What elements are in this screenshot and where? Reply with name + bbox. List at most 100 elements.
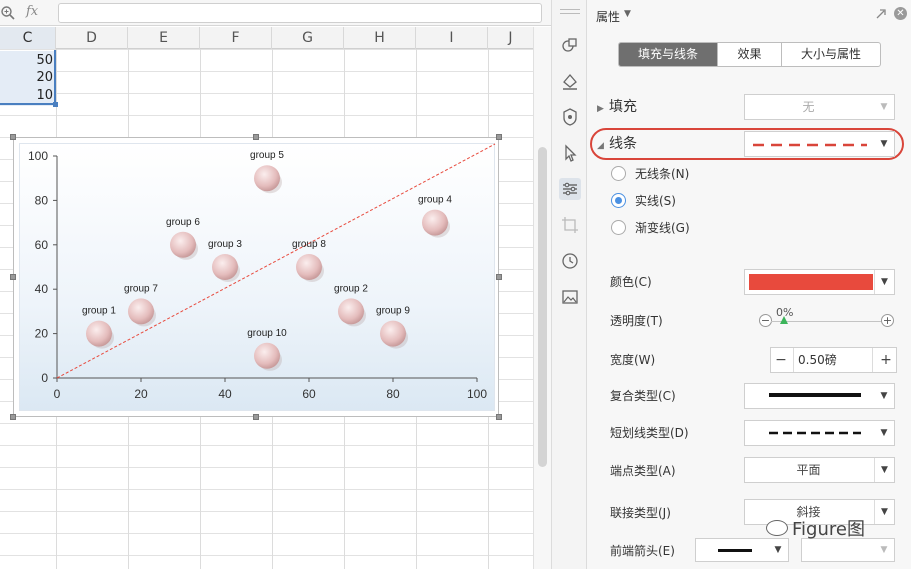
section-line[interactable]: ◢ 线条 — [597, 134, 637, 154]
task-pane-strip — [551, 0, 587, 569]
data-label: group 6 — [166, 217, 200, 228]
data-point — [296, 254, 322, 280]
y-tick-label: 0 — [41, 371, 48, 385]
data-point — [212, 254, 238, 280]
scrollbar-thumb[interactable] — [538, 147, 547, 467]
data-label: group 3 — [208, 239, 242, 250]
chevron-down-icon: ◢ — [597, 141, 604, 151]
chevron-down-icon: ▼ — [774, 545, 782, 555]
x-tick-label: 60 — [302, 387, 316, 401]
panel-tabs: 填充与线条 效果 大小与属性 — [618, 42, 881, 67]
tab-size-properties[interactable]: 大小与属性 — [782, 43, 880, 66]
x-tick-label: 20 — [134, 387, 148, 401]
radio-label: 实线(S) — [635, 194, 676, 208]
data-label: group 2 — [334, 283, 368, 294]
x-tick-label: 100 — [467, 387, 487, 401]
chevron-down-icon: ▼ — [874, 270, 894, 294]
section-fill-label: 填充 — [609, 99, 637, 115]
chevron-down-icon: ▼ — [880, 391, 888, 401]
wechat-icon — [766, 520, 788, 536]
chevron-down-icon: ▼ — [874, 500, 894, 524]
compound-type-label: 复合类型(C) — [610, 389, 676, 403]
dash-line-preview — [769, 431, 861, 435]
radio-button[interactable] — [611, 220, 626, 235]
spreadsheet-area: fx C D E F G H I J 50 20 10 0 20 40 60 80 10 — [0, 0, 551, 569]
watermark-text: Figure图 — [792, 519, 865, 540]
y-tick-label: 40 — [35, 282, 49, 296]
transparency-value: 0% — [776, 306, 794, 319]
color-dropdown[interactable]: ▼ — [744, 269, 895, 295]
front-arrow-label: 前端箭头(E) — [610, 544, 675, 558]
chevron-down-icon: ▼ — [880, 102, 888, 112]
chevron-down-icon: ▼ — [874, 458, 894, 482]
x-tick-label: 80 — [386, 387, 400, 401]
radio-solid-line[interactable]: 实线(S) — [611, 192, 676, 210]
width-label: 宽度(W) — [610, 353, 656, 367]
data-point — [128, 298, 154, 325]
x-tick-label: 40 — [218, 387, 232, 401]
radio-label: 渐变线(G) — [635, 221, 690, 235]
front-arrow-size-dropdown[interactable]: ▼ — [801, 538, 895, 562]
dash-type-label: 短划线类型(D) — [610, 426, 689, 440]
solid-line-preview — [769, 393, 861, 397]
shapes-icon[interactable] — [559, 34, 581, 56]
vertical-scrollbar[interactable] — [533, 27, 551, 569]
data-label: group 10 — [247, 328, 287, 339]
transparency-increase-button[interactable]: + — [881, 314, 894, 327]
image-icon[interactable] — [559, 286, 581, 308]
data-label: group 1 — [82, 306, 116, 317]
join-type-label: 联接类型(J) — [610, 506, 671, 520]
chevron-down-icon: ▼ — [880, 545, 888, 555]
data-point — [422, 209, 448, 236]
radio-gradient-line[interactable]: 渐变线(G) — [611, 219, 690, 237]
radio-button[interactable] — [611, 166, 626, 181]
transparency-slider[interactable] — [771, 321, 886, 322]
chevron-down-icon[interactable]: ▼ — [624, 9, 631, 19]
data-label: group 8 — [292, 239, 326, 250]
front-arrow-dropdown[interactable]: ▼ — [695, 538, 789, 562]
chevron-right-icon: ▶ — [597, 104, 604, 114]
arrow-line-preview — [718, 549, 752, 552]
width-stepper: − 0.50磅 + — [770, 347, 897, 373]
section-line-label: 线条 — [609, 136, 637, 152]
data-point — [170, 231, 196, 258]
crop-icon[interactable] — [559, 214, 581, 236]
dash-type-dropdown[interactable]: ▼ — [744, 420, 895, 446]
pin-icon[interactable] — [875, 8, 887, 20]
data-label: group 4 — [418, 195, 452, 206]
transparency-label: 透明度(T) — [610, 314, 663, 328]
properties-panel: 属性 ▼ ✕ 填充与线条 效果 大小与属性 ▶ 填充 无 ▼ ◢ 线条 ▼ 无线条(… — [587, 0, 911, 569]
line-style-dropdown[interactable]: ▼ — [744, 131, 895, 157]
close-icon[interactable]: ✕ — [894, 7, 907, 20]
radio-no-line[interactable]: 无线条(N) — [611, 165, 689, 183]
radio-button[interactable] — [611, 193, 626, 208]
cap-type-dropdown[interactable]: 平面 ▼ — [744, 457, 895, 483]
shield-icon[interactable] — [559, 106, 581, 128]
width-input[interactable]: 0.50磅 — [793, 348, 873, 372]
fill-bucket-icon[interactable] — [559, 70, 581, 92]
cursor-icon[interactable] — [559, 142, 581, 164]
y-tick-label: 60 — [35, 238, 49, 252]
color-swatch — [749, 274, 873, 290]
width-decrease-button[interactable]: − — [771, 348, 791, 372]
strip-grip — [560, 9, 580, 10]
data-point — [254, 342, 280, 369]
fill-value: 无 — [802, 100, 815, 114]
cap-type-label: 端点类型(A) — [610, 464, 676, 478]
data-label: group 5 — [250, 150, 284, 161]
chevron-down-icon: ▼ — [880, 428, 888, 438]
tab-fill-line[interactable]: 填充与线条 — [619, 43, 718, 66]
cap-type-value: 平面 — [796, 463, 821, 477]
data-label: group 9 — [376, 306, 410, 317]
tab-effects[interactable]: 效果 — [718, 43, 782, 66]
scatter-chart: 0 20 40 60 80 100 0 20 40 60 80 100 group 1 group 7 g… — [28, 143, 496, 401]
chevron-down-icon: ▼ — [880, 139, 888, 149]
panel-title: 属性 — [596, 10, 621, 24]
history-icon[interactable] — [559, 250, 581, 272]
compound-type-dropdown[interactable]: ▼ — [744, 383, 895, 409]
width-increase-button[interactable]: + — [876, 348, 896, 372]
data-point — [338, 298, 364, 325]
fill-dropdown[interactable]: 无 ▼ — [744, 94, 895, 120]
settings-sliders-icon[interactable] — [559, 178, 581, 200]
section-fill[interactable]: ▶ 填充 — [597, 97, 637, 117]
